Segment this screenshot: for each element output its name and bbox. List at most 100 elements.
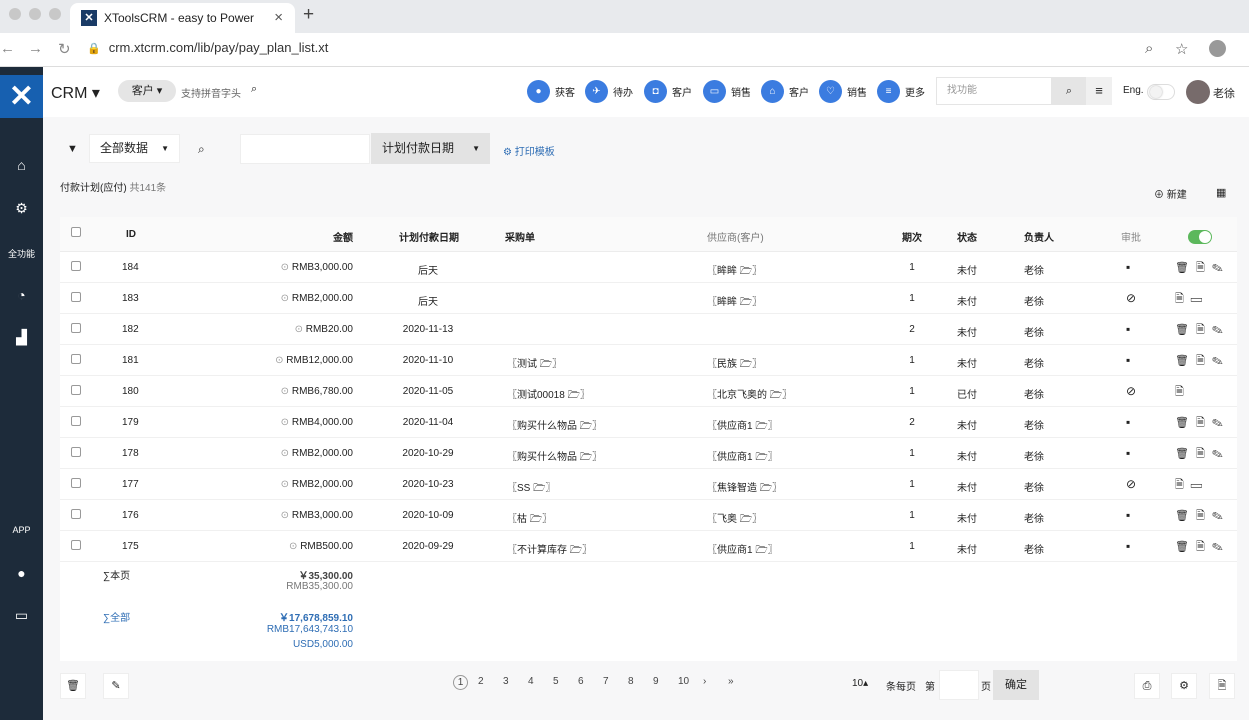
filter-search-input[interactable]	[240, 134, 370, 164]
pending-audit-icon[interactable]: ▪	[1126, 446, 1130, 460]
table-row[interactable]: 177 ⊙ RMB2,000.00 2020-10-23 〖SS 🗁〗 〖焦锋智造 🗁〗…	[60, 469, 1237, 500]
filter-search-icon[interactable]: ⌕	[198, 142, 205, 157]
row-actions[interactable]: 🗎 ▭	[1175, 476, 1204, 495]
cell-po[interactable]: 〖测试00018 🗁〗	[507, 386, 590, 405]
approved-check-icon[interactable]: ⊘	[1126, 291, 1136, 305]
dashboard-icon[interactable]: ◔	[0, 287, 43, 303]
page-jump-input[interactable]	[939, 670, 979, 700]
page-link[interactable]: 7	[603, 676, 609, 687]
page-link[interactable]: ›	[703, 676, 706, 687]
data-scope-select[interactable]: 全部数据 ▼	[89, 134, 180, 163]
select-all-checkbox[interactable]	[71, 227, 81, 237]
row-actions[interactable]: 🗑 🗎 ✎	[1175, 507, 1225, 526]
page-link[interactable]: 1	[453, 675, 468, 690]
table-row[interactable]: 179 ⊙ RMB4,000.00 2020-11-04 〖购买什么物品 🗁〗 〖供应商…	[60, 407, 1237, 438]
col-id[interactable]: ID	[126, 229, 136, 240]
url-field[interactable]: 🔒 crm.xtcrm.com/lib/pay/pay_plan_list.xt	[87, 40, 328, 55]
edit-icon[interactable]: ✎	[103, 673, 129, 699]
cell-po[interactable]: 〖SS 🗁〗	[507, 479, 556, 498]
col-supplier[interactable]: 供应商(客户)	[707, 229, 764, 244]
row-checkbox[interactable]	[71, 509, 81, 519]
col-po[interactable]: 采购单	[505, 229, 535, 244]
customer-scope-select[interactable]: 客户 ▾	[118, 80, 176, 102]
table-row[interactable]: 184 ⊙ RMB3,000.00 后天 〖眸眸 🗁〗 1 未付 老徐 ▪ 🗑 🗎 ✎	[60, 252, 1237, 283]
col-audit[interactable]: 审批	[1121, 229, 1141, 244]
pending-audit-icon[interactable]: ▪	[1126, 415, 1130, 429]
row-checkbox[interactable]	[71, 261, 81, 271]
row-checkbox[interactable]	[71, 540, 81, 550]
pending-audit-icon[interactable]: ▪	[1126, 508, 1130, 522]
page-size-select[interactable]: 10▴	[852, 678, 868, 689]
row-checkbox[interactable]	[71, 354, 81, 364]
col-date[interactable]: 计划付款日期	[399, 229, 459, 244]
pending-audit-icon[interactable]: ▪	[1126, 322, 1130, 336]
page-link[interactable]: 10	[678, 676, 689, 687]
table-row[interactable]: 175 ⊙ RMB500.00 2020-09-29 〖不计算库存 🗁〗 〖供应商1 🗁…	[60, 531, 1237, 562]
cell-supplier[interactable]: 〖眸眸 🗁〗	[707, 262, 762, 281]
quick-button-5[interactable]: ⌂ 客户	[761, 80, 809, 103]
cell-supplier[interactable]: 〖供应商1 🗁〗	[707, 541, 778, 560]
reload-icon[interactable]: ↻	[58, 40, 71, 58]
cell-supplier[interactable]: 〖眸眸 🗁〗	[707, 293, 762, 312]
row-checkbox[interactable]	[71, 416, 81, 426]
page-link[interactable]: 3	[503, 676, 509, 687]
browser-tab[interactable]: ✕ XToolsCRM - easy to Power ×	[70, 3, 295, 33]
cell-supplier[interactable]: 〖供应商1 🗁〗	[707, 448, 778, 467]
find-search-button[interactable]: ⌕	[1052, 77, 1086, 105]
hamburger-menu-button[interactable]: ≡	[1086, 77, 1112, 105]
cell-supplier[interactable]: 〖供应商1 🗁〗	[707, 417, 778, 436]
cell-supplier[interactable]: 〖民族 🗁〗	[707, 355, 762, 374]
row-actions[interactable]: 🗑 🗎 ✎	[1175, 352, 1225, 371]
tab-close-icon[interactable]: ×	[274, 9, 283, 26]
page-link[interactable]: »	[728, 676, 734, 687]
pending-audit-icon[interactable]: ▪	[1126, 539, 1130, 553]
cell-po[interactable]: 〖测试 🗁〗	[507, 355, 562, 374]
go-page-button[interactable]: 确定	[993, 670, 1039, 700]
quick-button-6[interactable]: ♡ 销售	[819, 80, 867, 103]
window-controls[interactable]	[9, 8, 61, 20]
cell-po[interactable]: 〖购买什么物品 🗁〗	[507, 417, 602, 436]
print-template-link[interactable]: ⚙ 打印模板	[503, 143, 555, 158]
table-row[interactable]: 182 ⊙ RMB20.00 2020-11-13 2 未付 老徐 ▪ 🗑 🗎 ✎	[60, 314, 1237, 345]
find-function-input[interactable]: 找功能	[936, 77, 1052, 105]
search-icon[interactable]: ⌕	[251, 83, 257, 96]
filter-icon[interactable]: ▼	[67, 143, 78, 155]
page-link[interactable]: 4	[528, 676, 534, 687]
page-link[interactable]: 5	[553, 676, 559, 687]
print-icon[interactable]: ⎙	[1134, 673, 1160, 699]
back-icon[interactable]: ←	[0, 40, 15, 57]
table-row[interactable]: 183 ⊙ RMB2,000.00 后天 〖眸眸 🗁〗 1 未付 老徐 ⊘ 🗎 ▭	[60, 283, 1237, 314]
brand-menu[interactable]: CRM ▾	[51, 83, 100, 103]
row-checkbox[interactable]	[71, 447, 81, 457]
col-status[interactable]: 状态	[957, 229, 977, 244]
language-toggle[interactable]	[1147, 84, 1175, 100]
profile-icon[interactable]	[1209, 40, 1226, 57]
sidebar-item-app[interactable]: APP	[0, 525, 43, 535]
chart-icon[interactable]: ▟	[0, 329, 43, 346]
user-name[interactable]: 老徐	[1213, 85, 1235, 101]
add-button[interactable]: ⊕ 新建	[1154, 186, 1187, 201]
page-link[interactable]: 9	[653, 676, 659, 687]
pending-audit-icon[interactable]: ▪	[1126, 260, 1130, 274]
table-row[interactable]: 176 ⊙ RMB3,000.00 2020-10-09 〖枯 🗁〗 〖飞奥 🗁〗 1 未付…	[60, 500, 1237, 531]
cell-po[interactable]: 〖购买什么物品 🗁〗	[507, 448, 602, 467]
export-icon[interactable]: 🗎	[1209, 673, 1235, 699]
table-row[interactable]: 178 ⊙ RMB2,000.00 2020-10-29 〖购买什么物品 🗁〗 〖供应商…	[60, 438, 1237, 469]
row-actions[interactable]: 🗑 🗎 ✎	[1175, 259, 1225, 278]
user-avatar[interactable]	[1186, 80, 1210, 104]
cell-supplier[interactable]: 〖飞奥 🗁〗	[707, 510, 762, 529]
zoom-icon[interactable]: ⌕	[1145, 40, 1153, 57]
page-link[interactable]: 6	[578, 676, 584, 687]
logo-icon[interactable]: ✕	[0, 75, 43, 118]
table-row[interactable]: 180 ⊙ RMB6,780.00 2020-11-05 〖测试00018 🗁〗 〖北京…	[60, 376, 1237, 407]
quick-button-3[interactable]: ◘ 客户	[644, 80, 692, 103]
sidebar-item-all-functions[interactable]: 全功能	[0, 247, 43, 260]
cell-po[interactable]: 〖枯 🗁〗	[507, 510, 552, 529]
row-actions[interactable]: 🗎	[1175, 383, 1186, 402]
quick-button-4[interactable]: ▭ 销售	[703, 80, 751, 103]
page-link[interactable]: 2	[478, 676, 484, 687]
date-field-select[interactable]: 计划付款日期 ▼	[371, 133, 490, 164]
search-hint[interactable]: 支持拼音字头	[181, 85, 241, 100]
row-actions[interactable]: 🗎 ▭	[1175, 290, 1204, 309]
row-actions[interactable]: 🗑 🗎 ✎	[1175, 414, 1225, 433]
